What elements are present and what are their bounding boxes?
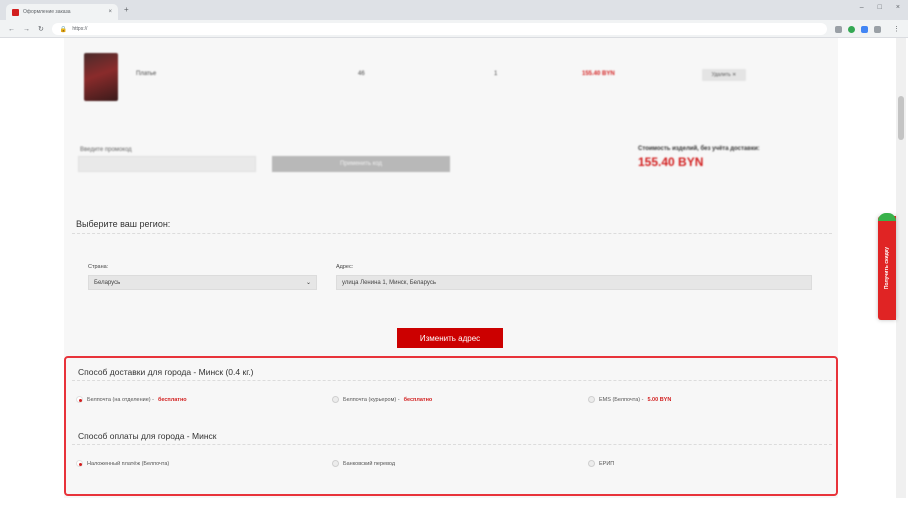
star-icon[interactable] — [835, 25, 842, 33]
extension-icon[interactable] — [874, 25, 881, 33]
delivery-title: Способ доставки для города - Минск (0.4 … — [78, 367, 254, 377]
address-row: ← → ↻ 🔒 https:// ⋮ — [0, 20, 908, 38]
apply-promo-button[interactable]: Применить код — [272, 156, 450, 172]
total-label: Стоимость изделий, без учёта доставки: — [638, 146, 760, 152]
divider — [72, 380, 832, 381]
country-select[interactable]: Беларусь ⌄ — [88, 275, 317, 290]
side-tab-label: Получить скидку — [884, 246, 890, 290]
radio-icon[interactable] — [332, 460, 339, 467]
radio-selected-icon[interactable] — [76, 396, 83, 403]
delivery-option-label: Белпочта (курьером) - — [343, 396, 400, 403]
delivery-option-ems[interactable]: EMS (Белпочта) - 5.00 BYN — [588, 396, 671, 403]
country-value: Беларусь — [94, 279, 121, 286]
change-address-button[interactable]: Изменить адрес — [397, 328, 503, 348]
payment-option-label: Банковский перевод — [343, 460, 396, 467]
payment-option-cod[interactable]: Наложенный платёж (Белпочта) — [76, 460, 169, 467]
scrollbar-thumb[interactable] — [898, 96, 904, 140]
remove-item-button[interactable]: Удалить ✕ — [702, 69, 746, 81]
url-text: https:// — [72, 26, 88, 32]
extension-icon[interactable] — [848, 25, 855, 33]
menu-dots-icon[interactable]: ⋮ — [893, 25, 900, 33]
reload-icon[interactable]: ↻ — [38, 25, 44, 33]
delivery-option-label: EMS (Белпочта) - — [599, 396, 644, 403]
radio-icon[interactable] — [332, 396, 339, 403]
payment-title: Способ оплаты для города - Минск — [78, 431, 217, 441]
scrollbar[interactable] — [896, 38, 906, 498]
payment-option-label: ЕРИП — [599, 460, 615, 467]
window-controls: – □ × — [860, 4, 900, 11]
address-label: Адрес: — [336, 264, 354, 270]
delivery-option-price: бесплатно — [403, 396, 433, 403]
divider — [72, 444, 832, 445]
browser-chrome: Оформление заказа × + – □ × ← → ↻ 🔒 http… — [0, 0, 908, 38]
region-title: Выберите ваш регион: — [76, 219, 171, 229]
address-value: улица Ленина 1, Минск, Беларусь — [342, 279, 436, 286]
address-input[interactable]: улица Ленина 1, Минск, Беларусь — [336, 275, 812, 290]
tab-close-icon[interactable]: × — [108, 9, 112, 15]
arrow-right-icon[interactable]: → — [23, 26, 30, 33]
payment-option-bank-transfer[interactable]: Банковский перевод — [332, 460, 395, 467]
delivery-option-price: 5.00 BYN — [647, 396, 672, 403]
promo-label: Введите промокод — [80, 147, 132, 153]
product-name: Платье — [136, 71, 157, 77]
tab-bar: Оформление заказа × + – □ × — [0, 0, 908, 20]
new-tab-icon[interactable]: + — [124, 5, 129, 14]
payment-option-label: Наложенный платёж (Белпочта) — [87, 460, 170, 467]
favicon-icon — [12, 8, 19, 16]
product-size: 46 — [358, 71, 365, 77]
radio-selected-icon[interactable] — [76, 460, 83, 467]
product-image[interactable] — [84, 53, 118, 101]
tab-title: Оформление заказа — [23, 9, 71, 15]
product-quantity: 1 — [494, 71, 498, 77]
payment-option-erip[interactable]: ЕРИП — [588, 460, 614, 467]
delivery-option-label: Белпочта (на отделение) - — [87, 396, 154, 403]
arrow-left-icon[interactable]: ← — [8, 26, 15, 33]
browser-tab[interactable]: Оформление заказа × — [6, 4, 118, 20]
highlight-frame — [64, 356, 838, 496]
radio-icon[interactable] — [588, 460, 595, 467]
lock-icon: 🔒 — [59, 26, 68, 33]
promo-code-input[interactable] — [78, 156, 256, 172]
country-label: Страна: — [88, 264, 109, 270]
window-close-icon[interactable]: × — [896, 4, 900, 11]
delivery-option-price: бесплатно — [157, 396, 187, 403]
maximize-icon[interactable]: □ — [878, 4, 882, 11]
side-tab-cap — [878, 213, 896, 221]
discount-side-tab[interactable]: Получить скидку — [878, 213, 896, 320]
total-value: 155.40 BYN — [638, 155, 704, 169]
divider — [72, 233, 832, 234]
product-price: 155.40 BYN — [582, 71, 615, 77]
delivery-option-belpost-office[interactable]: Белпочта (на отделение) - бесплатно — [76, 396, 187, 403]
extensions: ⋮ — [835, 25, 900, 33]
delivery-option-belpost-courier[interactable]: Белпочта (курьером) - бесплатно — [332, 396, 432, 403]
extension-icon[interactable] — [861, 25, 868, 33]
address-bar[interactable]: 🔒 https:// — [51, 23, 827, 35]
chevron-down-icon: ⌄ — [305, 280, 311, 286]
minimize-icon[interactable]: – — [860, 4, 864, 11]
radio-icon[interactable] — [588, 396, 595, 403]
